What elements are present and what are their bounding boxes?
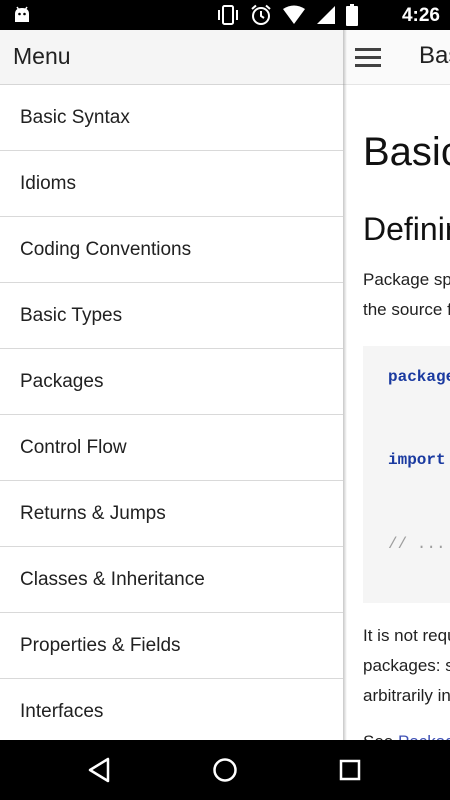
- alarm-icon: [251, 4, 271, 25]
- code-keyword-package: package: [388, 368, 450, 386]
- menu-item-label: Properties & Fields: [20, 635, 181, 656]
- menu-item-returns-jumps[interactable]: Returns & Jumps: [0, 481, 343, 547]
- menu-item-label: Interfaces: [20, 701, 104, 722]
- menu-item-label: Basic Syntax: [20, 107, 130, 128]
- drawer-title: Menu: [13, 43, 71, 69]
- paragraph-line: the source file:: [363, 300, 450, 319]
- recents-icon[interactable]: [334, 754, 366, 786]
- menu-item-basic-types[interactable]: Basic Types: [0, 283, 343, 349]
- menu-item-label: Control Flow: [20, 437, 127, 458]
- home-icon[interactable]: [209, 754, 241, 786]
- drawer-shadow: [343, 30, 347, 740]
- menu-item-label: Basic Types: [20, 305, 123, 326]
- toolbar-title: Basic Syntax: [419, 42, 450, 69]
- code-comment: // ...: [388, 535, 446, 553]
- menu-item-classes-inheritance[interactable]: Classes & Inheritance: [0, 547, 343, 613]
- vibrate-icon: [218, 5, 238, 25]
- hamburger-menu-icon[interactable]: [355, 46, 383, 68]
- menu-item-control-flow[interactable]: Control Flow: [0, 415, 343, 481]
- menu-item-interfaces[interactable]: Interfaces: [0, 679, 343, 740]
- drawer-header: Menu: [0, 30, 343, 85]
- signal-icon: [317, 6, 335, 24]
- menu-item-label: Idioms: [20, 173, 76, 194]
- status-bar: 4:26: [0, 0, 450, 30]
- wifi-icon: [283, 5, 305, 24]
- content-toolbar: Basic Syntax: [343, 30, 450, 85]
- menu-item-packages[interactable]: Packages: [0, 349, 343, 415]
- menu-item-basic-syntax[interactable]: Basic Syntax: [0, 85, 343, 151]
- menu-item-label: Coding Conventions: [20, 239, 192, 260]
- menu-item-idioms[interactable]: Idioms: [0, 151, 343, 217]
- menu-item-properties-fields[interactable]: Properties & Fields: [0, 613, 343, 679]
- paragraph-line: packages: source files can be placed: [363, 656, 450, 675]
- menu-item-label: Returns & Jumps: [20, 503, 166, 524]
- paragraph-line: arbitrarily in the file system.: [363, 686, 450, 705]
- content-pane[interactable]: Basic Syntax Basic Syntax Defining packa…: [343, 30, 450, 740]
- android-debug-icon: [15, 6, 29, 22]
- menu-item-coding-conventions[interactable]: Coding Conventions: [0, 217, 343, 283]
- section-heading: Defining packages: [363, 211, 450, 247]
- menu-item-label: Classes & Inheritance: [20, 569, 205, 590]
- paragraph-line: It is not required to match directories …: [363, 626, 450, 645]
- page-title: Basic Syntax: [363, 130, 450, 174]
- status-time: 4:26: [401, 5, 440, 26]
- menu-item-label: Packages: [20, 371, 104, 392]
- see-prefix: See: [363, 732, 393, 740]
- see-also-line: See Packages: [363, 732, 450, 740]
- paragraph-line: Package specification should be at the t…: [363, 270, 450, 289]
- battery-icon: [346, 4, 358, 26]
- system-nav-bar: [0, 740, 450, 800]
- navigation-drawer: Menu Basic Syntax Idioms Coding Conventi…: [0, 30, 343, 740]
- code-keyword-import: import: [388, 451, 446, 469]
- back-icon[interactable]: [84, 754, 116, 786]
- packages-link[interactable]: Packages: [398, 732, 450, 740]
